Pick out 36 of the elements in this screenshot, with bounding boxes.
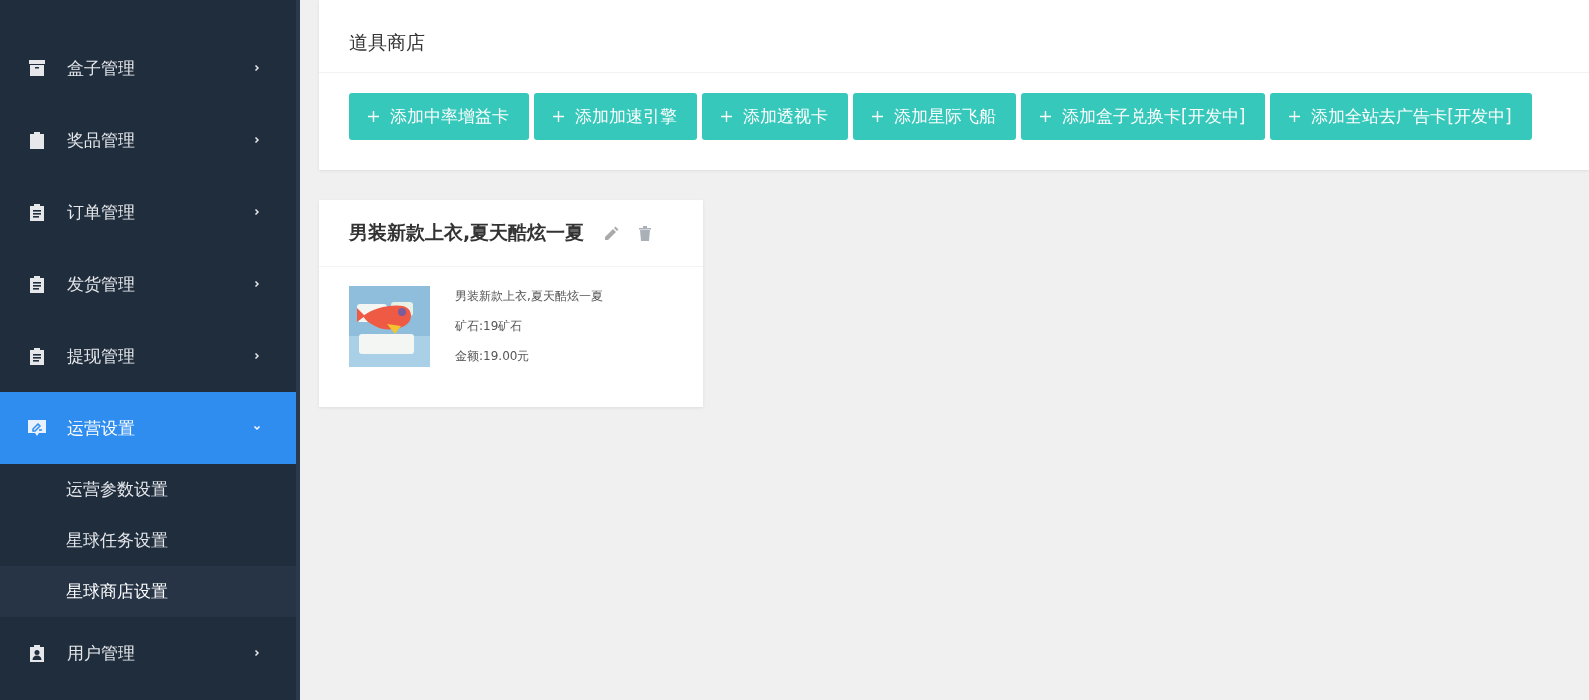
- chevron-right-icon: [252, 63, 262, 73]
- delete-icon[interactable]: [639, 225, 652, 241]
- submenu-item[interactable]: 星球任务设置: [0, 515, 296, 566]
- sidebar-item[interactable]: 用户管理: [0, 617, 296, 689]
- submenu-item[interactable]: 星球商店设置: [0, 566, 296, 617]
- archive-icon: [28, 59, 46, 77]
- clipboard-icon: [28, 131, 46, 149]
- clipboard-icon: [28, 275, 46, 293]
- chat-edit-icon: [27, 418, 47, 438]
- plus-icon: [553, 111, 564, 122]
- amount-price: 金额:19.00元: [455, 348, 531, 365]
- product-title: 男装新款上衣,夏天酷炫一夏: [349, 220, 585, 245]
- section-title: 道具商店: [319, 0, 1589, 73]
- person-badge-icon: [28, 644, 46, 662]
- sidebar-item[interactable]: 盒子管理: [0, 32, 296, 104]
- sidebar-item[interactable]: 发货管理: [0, 248, 296, 320]
- chevron-down-icon: [252, 423, 262, 433]
- clipboard-icon: [28, 203, 46, 221]
- chevron-right-icon: [252, 207, 262, 217]
- chevron-right-icon: [252, 279, 262, 289]
- sidebar-item[interactable]: 奖品管理: [0, 104, 296, 176]
- plus-icon: [368, 111, 379, 122]
- plus-icon: [721, 111, 732, 122]
- plus-icon: [1040, 111, 1051, 122]
- edit-icon[interactable]: [604, 225, 620, 241]
- sidebar-item[interactable]: 提现管理: [0, 320, 296, 392]
- submenu-item[interactable]: 运营参数设置: [0, 464, 296, 515]
- chevron-right-icon: [252, 648, 262, 658]
- chevron-right-icon: [252, 351, 262, 361]
- plus-icon: [872, 111, 883, 122]
- plus-icon: [1289, 111, 1301, 122]
- product-name: 男装新款上衣,夏天酷炫一夏: [455, 288, 603, 305]
- chevron-right-icon: [252, 135, 262, 145]
- sidebar-item[interactable]: 订单管理: [0, 176, 296, 248]
- ore-price: 矿石:19矿石: [455, 318, 524, 335]
- clipboard-icon: [28, 347, 46, 365]
